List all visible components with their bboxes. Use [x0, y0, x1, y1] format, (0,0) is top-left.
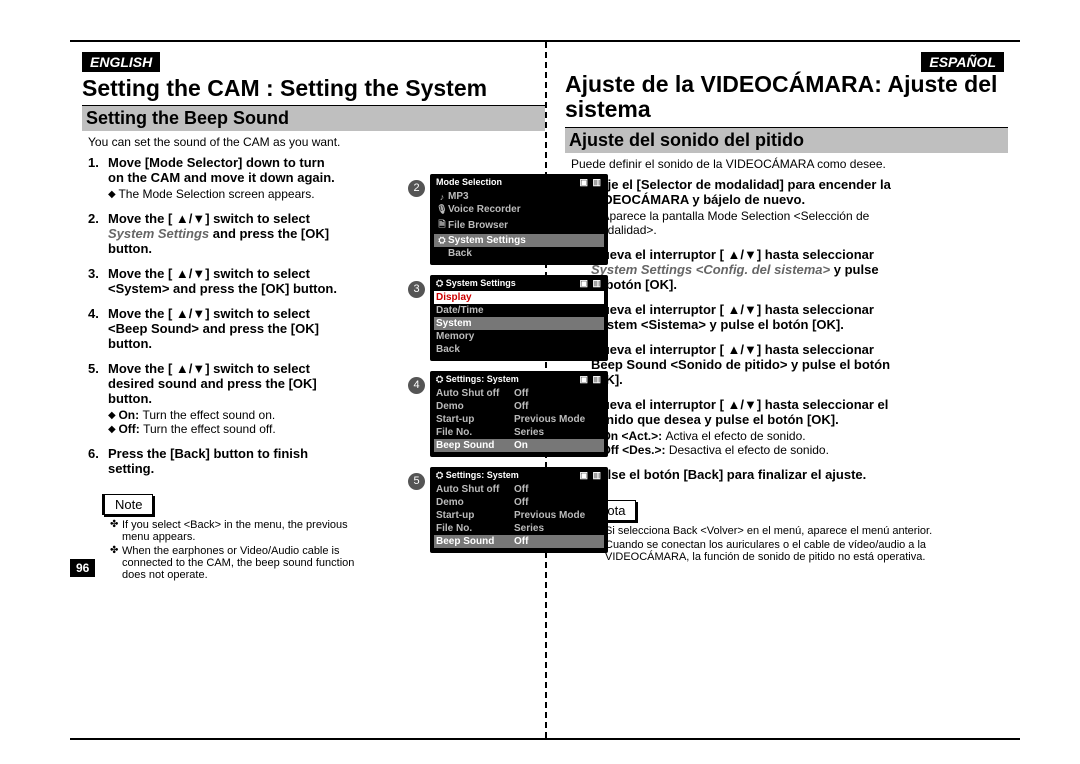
menu-row: File No.Series [434, 522, 604, 535]
screenshot-column: 2Mode Selection▣ ▥♪MP3🎙Voice Recorder🗎Fi… [430, 174, 608, 563]
step-item: 3.Move the [ ▲/▼] switch to select <Syst… [88, 266, 338, 296]
lang-tag-english: ENGLISH [82, 52, 160, 72]
screen-badge: 2 [408, 180, 425, 197]
step-item: 3.Mueva el interruptor [ ▲/▼] hasta sele… [571, 302, 891, 332]
section-heading-right: Ajuste del sonido del pitido [565, 127, 1008, 153]
step-item: 5.Move the [ ▲/▼] switch to select desir… [88, 361, 338, 436]
note-item: When the earphones or Video/Audio cable … [110, 545, 360, 581]
menu-row: Memory [434, 330, 604, 343]
menu-row: Auto Shut offOff [434, 483, 604, 496]
menu-row: DemoOff [434, 496, 604, 509]
step-item: 4.Move the [ ▲/▼] switch to select <Beep… [88, 306, 338, 351]
menu-row: Back [434, 247, 604, 260]
menu-row: 🗎File Browser [434, 216, 604, 234]
menu-row: DemoOff [434, 400, 604, 413]
menu-row: Beep SoundOn [434, 439, 604, 452]
step-item: 5.Mueva el interruptor [ ▲/▼] hasta sele… [571, 397, 891, 457]
step-item: 6.Pulse el botón [Back] para finalizar e… [571, 467, 891, 482]
menu-row: Beep SoundOff [434, 535, 604, 548]
step-item: 2.Move the [ ▲/▼] switch to select Syste… [88, 211, 338, 256]
menu-row: 🎙Voice Recorder [434, 203, 604, 216]
step-item: 6.Press the [Back] button to finish sett… [88, 446, 338, 476]
menu-row: System [434, 317, 604, 330]
step-item: 4.Mueva el interruptor [ ▲/▼] hasta sele… [571, 342, 891, 387]
step-item: 1.Move [Mode Selector] down to turn on t… [88, 155, 338, 201]
step-item: 1.Baje el [Selector de modalidad] para e… [571, 177, 891, 237]
note-item: Si selecciona Back <Volver> en el menú, … [593, 525, 1008, 537]
right-column: ESPAÑOL Ajuste de la VIDEOCÁMARA: Ajuste… [545, 42, 1020, 565]
intro-text-right: Puede definir el sonido de la VIDEOCÁMAR… [571, 157, 1008, 171]
menu-row: Start-upPrevious Mode [434, 413, 604, 426]
menu-row: Auto Shut offOff [434, 387, 604, 400]
screen-badge: 5 [408, 473, 425, 490]
menu-row: Back [434, 343, 604, 356]
step-item: 2.Mueva el interruptor [ ▲/▼] hasta sele… [571, 247, 891, 292]
manual-page: ENGLISH Setting the CAM : Setting the Sy… [70, 40, 1020, 740]
note-list-right: Si selecciona Back <Volver> en el menú, … [593, 525, 1008, 563]
lang-tag-espanol: ESPAÑOL [921, 52, 1004, 72]
menu-row: ♪MP3 [434, 190, 604, 203]
intro-text-left: You can set the sound of the CAM as you … [88, 135, 545, 149]
screen-preview: 4⛭ Settings: System▣ ▥Auto Shut offOffDe… [430, 371, 608, 457]
page-title-left: Setting the CAM : Setting the System [82, 76, 545, 101]
section-heading-left: Setting the Beep Sound [82, 105, 545, 131]
steps-left: 1.Move [Mode Selector] down to turn on t… [88, 155, 338, 476]
menu-row: File No.Series [434, 426, 604, 439]
page-title-right: Ajuste de la VIDEOCÁMARA: Ajuste del sis… [565, 72, 1008, 123]
menu-row: Start-upPrevious Mode [434, 509, 604, 522]
screen-preview: 5⛭ Settings: System▣ ▥Auto Shut offOffDe… [430, 467, 608, 553]
note-item: Cuando se conectan los auriculares o el … [593, 539, 1008, 563]
menu-row: Display [434, 291, 604, 304]
screen-preview: 2Mode Selection▣ ▥♪MP3🎙Voice Recorder🗎Fi… [430, 174, 608, 265]
screen-preview: 3⛭ System Settings▣ ▥DisplayDate/TimeSys… [430, 275, 608, 361]
steps-right: 1.Baje el [Selector de modalidad] para e… [571, 177, 891, 482]
menu-row: Date/Time [434, 304, 604, 317]
menu-row: ⛭System Settings [434, 234, 604, 247]
note-list-left: If you select <Back> in the menu, the pr… [110, 519, 360, 581]
page-number: 96 [70, 559, 95, 577]
screen-badge: 4 [408, 377, 425, 394]
screen-badge: 3 [408, 281, 425, 298]
note-label-left: Note [102, 494, 153, 515]
note-item: If you select <Back> in the menu, the pr… [110, 519, 360, 543]
